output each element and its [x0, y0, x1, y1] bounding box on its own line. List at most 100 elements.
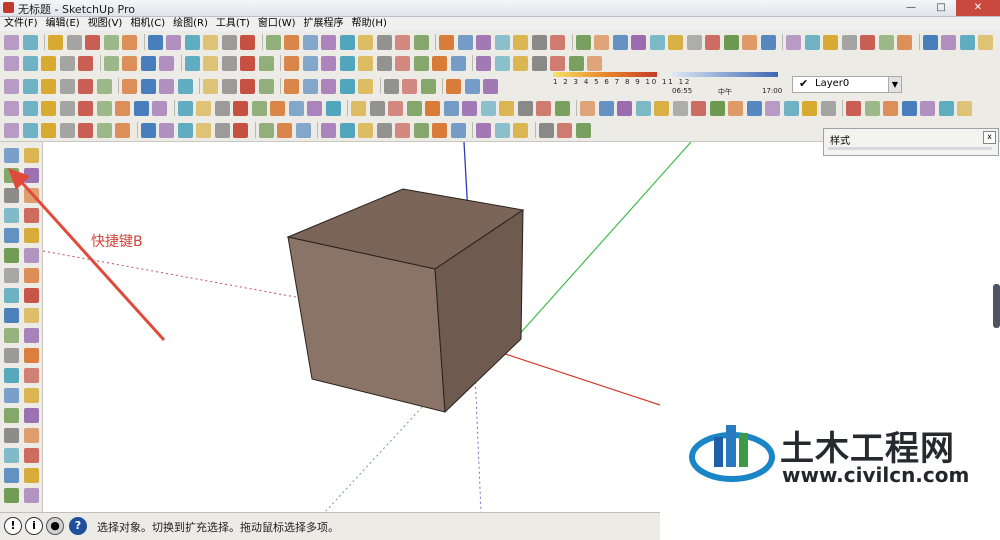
row5-tool-icon[interactable]	[96, 122, 112, 138]
row4-tool-icon[interactable]	[480, 100, 496, 116]
row4-tool-icon[interactable]	[351, 100, 366, 116]
left-tool-icon[interactable]	[4, 468, 19, 483]
info-icon[interactable]: i	[25, 517, 43, 535]
row5-tool-icon[interactable]	[494, 122, 510, 138]
left-tool-icon[interactable]	[24, 408, 39, 423]
row1-tool-icon[interactable]	[476, 34, 491, 50]
row5-tool-icon[interactable]	[196, 122, 211, 138]
row2-tool-icon[interactable]	[321, 55, 336, 71]
row1-tool-icon[interactable]	[439, 34, 454, 50]
user-icon[interactable]: ●	[46, 517, 64, 535]
menu-edit[interactable]: 编辑(E)	[42, 17, 84, 31]
left-tool-icon[interactable]	[4, 388, 19, 403]
row3-tool-icon[interactable]	[203, 78, 218, 94]
row1-tool-icon[interactable]	[395, 34, 410, 50]
row4-tool-icon[interactable]	[672, 100, 688, 116]
left-tool-icon[interactable]	[24, 368, 39, 383]
row5-tool-icon[interactable]	[538, 122, 554, 138]
row3-tool-icon[interactable]	[221, 78, 237, 94]
row1-tool-icon[interactable]	[786, 34, 801, 50]
left-tool-icon[interactable]	[24, 348, 39, 363]
left-tool-icon[interactable]	[4, 488, 19, 503]
row3-tool-icon[interactable]	[122, 78, 137, 94]
row4-tool-icon[interactable]	[957, 100, 972, 116]
row1-tool-icon[interactable]	[594, 34, 609, 50]
row1-tool-icon[interactable]	[203, 34, 218, 50]
row2-tool-icon[interactable]	[432, 55, 447, 71]
row1-tool-icon[interactable]	[457, 34, 473, 50]
row3-tool-icon[interactable]	[284, 78, 299, 94]
row3-tool-icon[interactable]	[177, 78, 193, 94]
row4-tool-icon[interactable]	[4, 100, 19, 116]
row4-tool-icon[interactable]	[901, 100, 917, 116]
row1-tool-icon[interactable]	[103, 34, 119, 50]
row1-tool-icon[interactable]	[860, 34, 875, 50]
maximize-button[interactable]: □	[926, 0, 956, 16]
row3-tool-icon[interactable]	[464, 78, 480, 94]
row4-tool-icon[interactable]	[517, 100, 533, 116]
row2-tool-icon[interactable]	[140, 55, 156, 71]
row4-tool-icon[interactable]	[251, 100, 267, 116]
row4-tool-icon[interactable]	[728, 100, 743, 116]
row4-tool-icon[interactable]	[580, 100, 595, 116]
row1-tool-icon[interactable]	[48, 34, 63, 50]
row2-tool-icon[interactable]	[22, 55, 38, 71]
row1-tool-icon[interactable]	[413, 34, 429, 50]
row1-tool-icon[interactable]	[221, 34, 237, 50]
row3-tool-icon[interactable]	[78, 78, 93, 94]
row4-tool-icon[interactable]	[443, 100, 459, 116]
row4-tool-icon[interactable]	[388, 100, 403, 116]
row1-tool-icon[interactable]	[358, 34, 373, 50]
left-tool-icon[interactable]	[4, 368, 19, 383]
row2-tool-icon[interactable]	[494, 55, 510, 71]
row1-tool-icon[interactable]	[240, 34, 255, 50]
row4-tool-icon[interactable]	[920, 100, 935, 116]
left-tool-icon[interactable]	[4, 348, 19, 363]
row3-tool-icon[interactable]	[240, 78, 255, 94]
row1-tool-icon[interactable]	[649, 34, 665, 50]
row5-tool-icon[interactable]	[476, 122, 491, 138]
row2-tool-icon[interactable]	[122, 55, 137, 71]
row3-tool-icon[interactable]	[59, 78, 75, 94]
row5-tool-icon[interactable]	[258, 122, 274, 138]
row1-tool-icon[interactable]	[760, 34, 776, 50]
menu-help[interactable]: 帮助(H)	[348, 17, 391, 31]
menu-file[interactable]: 文件(F)	[0, 17, 42, 31]
row3-tool-icon[interactable]	[22, 78, 38, 94]
row4-tool-icon[interactable]	[406, 100, 422, 116]
row4-tool-icon[interactable]	[536, 100, 551, 116]
geo-location-icon[interactable]: !	[4, 517, 22, 535]
row5-tool-icon[interactable]	[233, 122, 248, 138]
row5-tool-icon[interactable]	[413, 122, 429, 138]
left-tool-icon[interactable]	[24, 488, 39, 503]
row1-tool-icon[interactable]	[284, 34, 299, 50]
row2-tool-icon[interactable]	[413, 55, 429, 71]
row1-tool-icon[interactable]	[705, 34, 720, 50]
row1-tool-icon[interactable]	[804, 34, 820, 50]
row4-tool-icon[interactable]	[654, 100, 669, 116]
row5-tool-icon[interactable]	[59, 122, 75, 138]
row2-tool-icon[interactable]	[221, 55, 237, 71]
close-button[interactable]: ✕	[956, 0, 1000, 16]
row1-tool-icon[interactable]	[376, 34, 392, 50]
left-tool-icon[interactable]	[24, 448, 39, 463]
row4-tool-icon[interactable]	[635, 100, 651, 116]
row4-tool-icon[interactable]	[41, 100, 56, 116]
menu-draw[interactable]: 绘图(R)	[169, 17, 212, 31]
row4-tool-icon[interactable]	[802, 100, 817, 116]
row1-tool-icon[interactable]	[531, 34, 547, 50]
row2-tool-icon[interactable]	[103, 55, 119, 71]
row5-tool-icon[interactable]	[115, 122, 130, 138]
layer-dropdown[interactable]: ✔ Layer0 ▼	[792, 76, 902, 93]
row5-tool-icon[interactable]	[159, 122, 174, 138]
left-tool-icon[interactable]	[24, 388, 39, 403]
row4-tool-icon[interactable]	[270, 100, 285, 116]
row4-tool-icon[interactable]	[152, 100, 167, 116]
row3-tool-icon[interactable]	[4, 78, 19, 94]
row2-tool-icon[interactable]	[339, 55, 355, 71]
row1-tool-icon[interactable]	[22, 34, 38, 50]
row2-tool-icon[interactable]	[302, 55, 318, 71]
row4-tool-icon[interactable]	[617, 100, 632, 116]
row4-tool-icon[interactable]	[59, 100, 75, 116]
row4-tool-icon[interactable]	[425, 100, 440, 116]
